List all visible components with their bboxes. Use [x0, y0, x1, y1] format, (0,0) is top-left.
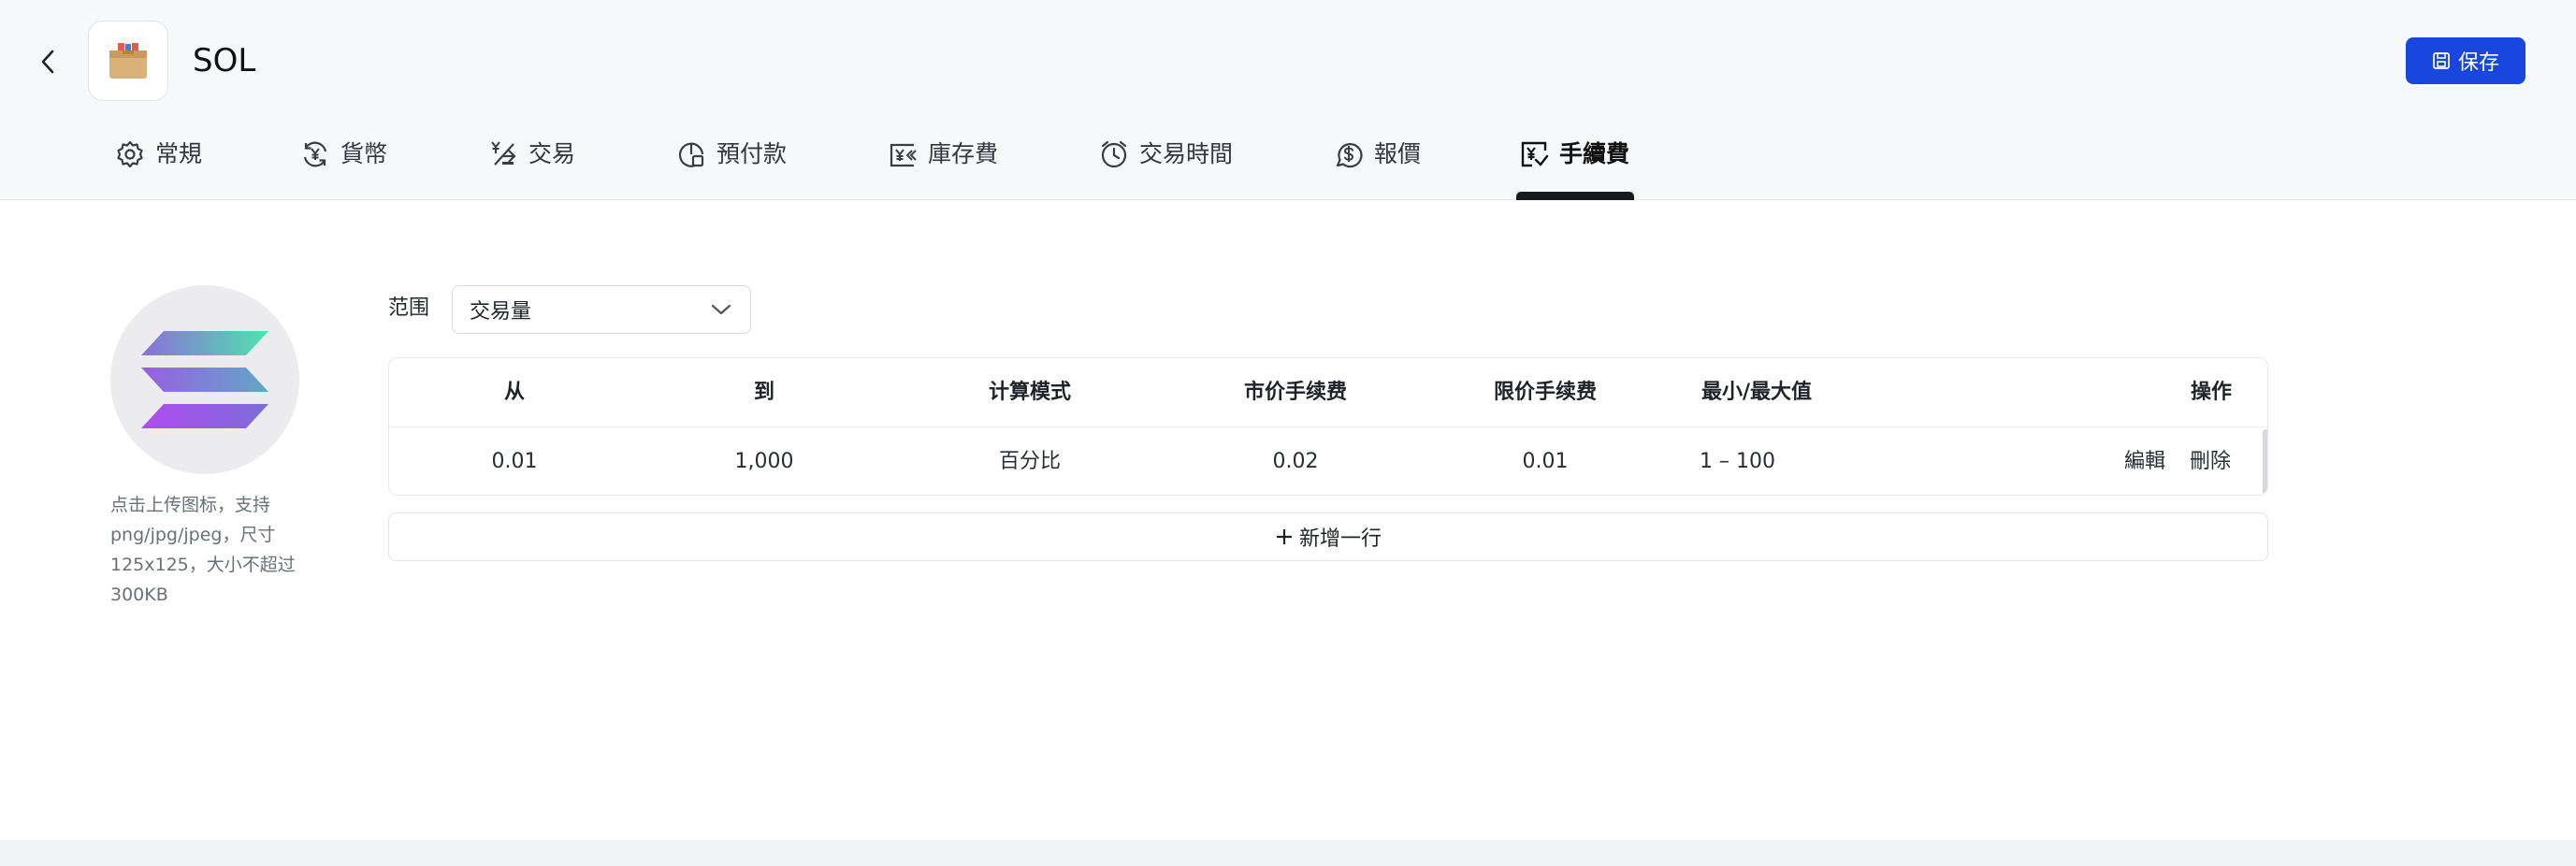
- upload-hint-line: 点击上传图标，支持: [110, 495, 271, 515]
- range-selected-value: 交易量: [470, 300, 532, 324]
- save-button-label: 保存: [2457, 51, 2499, 75]
- cell-limit-fee: 0.01: [1522, 450, 1569, 473]
- chevron-left-icon: [41, 50, 54, 74]
- add-row-button[interactable]: 新增一行: [388, 512, 2268, 561]
- currency-exchange-icon: [299, 138, 331, 170]
- range-label: 范围: [388, 296, 430, 320]
- tab-trading-hours[interactable]: 交易時間: [1098, 137, 1233, 200]
- fee-icon: [1518, 138, 1550, 170]
- column-header-min-max: 最小/最大值: [1701, 381, 1813, 404]
- box-icon: [109, 43, 147, 79]
- gear-icon: [114, 138, 146, 170]
- tab-storage-fee[interactable]: 庫存費: [887, 137, 998, 200]
- table-scrollbar[interactable]: [2263, 429, 2267, 495]
- clock-icon: [1098, 138, 1130, 170]
- upload-hint-line: 125x125，大小不超过: [110, 555, 296, 575]
- upload-hint-line: png/jpg/jpeg，尺寸: [110, 525, 276, 545]
- page-title: SOL: [193, 42, 256, 79]
- tab-label: 手續費: [1559, 140, 1630, 167]
- trade-icon: [487, 138, 519, 170]
- delete-button[interactable]: 刪除: [2190, 447, 2231, 477]
- tab-label: 交易: [528, 140, 576, 167]
- top-header: SOL 保存 常規 貨幣 交易 預付款 庫存費 交易時間 報價 手續費: [0, 0, 2576, 200]
- save-icon: [2433, 52, 2450, 69]
- prepayment-icon: [675, 138, 707, 170]
- chevron-down-icon: [711, 304, 731, 315]
- solana-logo-icon: [141, 331, 268, 428]
- storage-fee-icon: [887, 138, 919, 170]
- cell-market-fee: 0.02: [1272, 450, 1319, 473]
- cell-to: 1,000: [734, 450, 794, 473]
- tab-general[interactable]: 常規: [114, 137, 202, 200]
- cell-mode: 百分比: [998, 450, 1062, 473]
- tab-label: 常規: [155, 140, 203, 167]
- tab-label: 報價: [1374, 140, 1422, 167]
- upload-hint: 点击上传图标，支持 png/jpg/jpeg，尺寸 125x125，大小不超过 …: [110, 490, 316, 610]
- column-header-actions: 操作: [2191, 381, 2233, 404]
- column-header-limit-fee: 限价手续费: [1493, 381, 1598, 404]
- column-header-to: 到: [753, 381, 775, 404]
- tab-currency[interactable]: 貨幣: [299, 137, 387, 200]
- column-header-from: 从: [503, 381, 526, 404]
- range-select[interactable]: 交易量: [452, 285, 751, 334]
- plus-icon: [1276, 529, 1292, 544]
- asset-icon-upload[interactable]: [110, 285, 299, 474]
- tab-prepayment[interactable]: 預付款: [675, 137, 787, 200]
- table-header: 从 到 计算模式 市价手续费 限价手续费 最小/最大值 操作: [389, 358, 2267, 427]
- quote-dollar-icon: [1333, 138, 1365, 170]
- tab-fees[interactable]: 手續費: [1518, 137, 1629, 200]
- cell-from: 0.01: [491, 450, 538, 473]
- back-button[interactable]: [34, 43, 62, 80]
- upload-hint-line: 300KB: [110, 585, 168, 605]
- fee-table: 从 到 计算模式 市价手续费 限价手续费 最小/最大值 操作 0.01 1,00…: [388, 357, 2268, 496]
- app-logo: [88, 21, 168, 101]
- tab-bar: 常規 貨幣 交易 預付款 庫存費 交易時間 報價 手續費: [0, 137, 2576, 200]
- tab-label: 交易時間: [1139, 140, 1234, 167]
- tab-label: 庫存費: [928, 140, 999, 167]
- tab-quote[interactable]: 報價: [1333, 137, 1421, 200]
- tab-trade[interactable]: 交易: [487, 137, 575, 200]
- save-button[interactable]: 保存: [2406, 37, 2525, 84]
- active-tab-indicator: [1516, 192, 1634, 200]
- tab-label: 預付款: [716, 140, 788, 167]
- edit-button[interactable]: 編輯: [2124, 447, 2165, 477]
- cell-min-max: 1 – 100: [1700, 450, 1775, 473]
- add-row-label: 新增一行: [1298, 527, 1382, 551]
- tab-label: 貨幣: [340, 140, 388, 167]
- bottom-bar: [0, 840, 2576, 866]
- column-header-market-fee: 市价手续费: [1243, 381, 1348, 404]
- column-header-mode: 计算模式: [988, 381, 1072, 404]
